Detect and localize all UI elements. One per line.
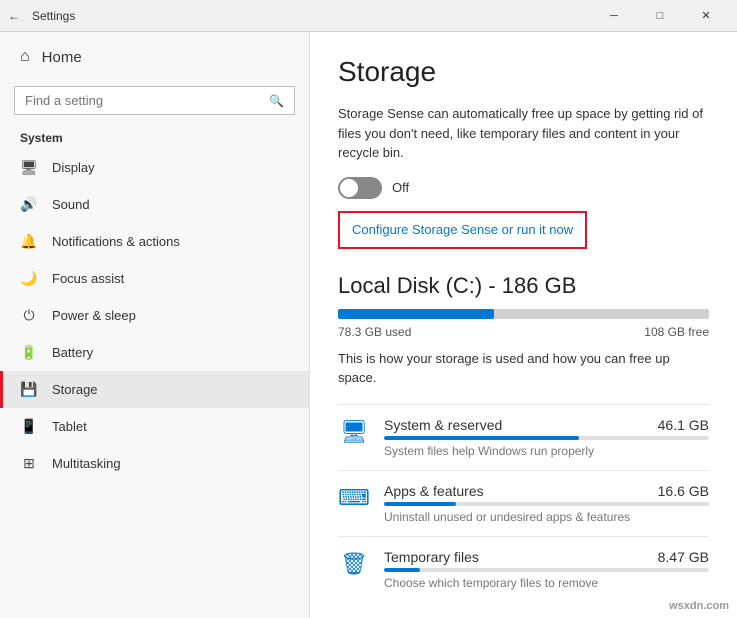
storage-item-temp-content: Temporary files 8.47 GB Choose which tem… (384, 549, 709, 590)
sidebar-item-label-notifications: Notifications & actions (52, 234, 180, 249)
battery-icon: 🔋 (20, 344, 38, 361)
storage-item-apps-header: Apps & features 16.6 GB (384, 483, 709, 499)
configure-link-wrapper: Configure Storage Sense or run it now (338, 211, 587, 249)
multitasking-icon: ⊞ (20, 455, 38, 472)
maximize-button[interactable]: □ (637, 0, 683, 32)
storage-item-temp-name: Temporary files (384, 549, 479, 565)
sidebar-item-power[interactable]: ⏻ Power & sleep (0, 297, 309, 334)
sidebar-item-notifications[interactable]: 🔔 Notifications & actions (0, 223, 309, 260)
system-icon: 🖥 (338, 419, 370, 445)
sidebar-item-focus[interactable]: 🌙 Focus assist (0, 260, 309, 297)
display-icon: 🖥 (20, 159, 38, 176)
notifications-icon: 🔔 (20, 233, 38, 250)
configure-storage-sense-link[interactable]: Configure Storage Sense or run it now (352, 222, 573, 237)
disk-usage-bar (338, 309, 709, 319)
page-title: Storage (338, 56, 709, 88)
sidebar-item-multitasking[interactable]: ⊞ Multitasking (0, 445, 309, 482)
sidebar-item-label-display: Display (52, 160, 95, 175)
storage-item-system-size: 46.1 GB (658, 417, 709, 433)
storage-item-apps-size: 16.6 GB (658, 483, 709, 499)
storage-item-system-bar-fill (384, 436, 579, 440)
disk-free-label: 108 GB free (644, 325, 709, 339)
storage-item-system-desc: System files help Windows run properly (384, 444, 709, 458)
storage-item-apps-content: Apps & features 16.6 GB Uninstall unused… (384, 483, 709, 524)
storage-item-system-content: System & reserved 46.1 GB System files h… (384, 417, 709, 458)
storage-item-temp-desc: Choose which temporary files to remove (384, 576, 709, 590)
sidebar-item-label-tablet: Tablet (52, 419, 87, 434)
storage-sense-toggle[interactable] (338, 177, 382, 199)
storage-item-system-name: System & reserved (384, 417, 502, 433)
sidebar-item-display[interactable]: 🖥 Display (0, 149, 309, 186)
sidebar-item-label-focus: Focus assist (52, 271, 124, 286)
storage-item-apps-name: Apps & features (384, 483, 484, 499)
sidebar-item-home[interactable]: ⌂ Home (0, 32, 309, 82)
sidebar-item-label-storage: Storage (52, 382, 98, 397)
toggle-label: Off (392, 180, 409, 195)
apps-icon: ⌨ (338, 485, 370, 511)
storage-item-system-bar (384, 436, 709, 440)
storage-sense-description: Storage Sense can automatically free up … (338, 104, 709, 163)
sound-icon: 🔊 (20, 196, 38, 213)
home-icon: ⌂ (20, 48, 30, 66)
storage-item-apps-bar (384, 502, 709, 506)
focus-icon: 🌙 (20, 270, 38, 287)
sidebar-item-label-sound: Sound (52, 197, 90, 212)
toggle-row: Off (338, 177, 709, 199)
disk-bar-fill (338, 309, 494, 319)
tablet-icon: 📱 (20, 418, 38, 435)
sidebar-item-battery[interactable]: 🔋 Battery (0, 334, 309, 371)
minimize-button[interactable]: ─ (591, 0, 637, 32)
disk-used-label: 78.3 GB used (338, 325, 411, 339)
close-button[interactable]: ✕ (683, 0, 729, 32)
search-icon: 🔍 (269, 94, 284, 108)
disk-title: Local Disk (C:) - 186 GB (338, 273, 709, 299)
sidebar-search-box[interactable]: 🔍 (14, 86, 295, 115)
temp-icon: 🗑 (338, 551, 370, 577)
storage-item-apps-desc: Uninstall unused or undesired apps & fea… (384, 510, 709, 524)
storage-item-temp-bar (384, 568, 709, 572)
watermark: wsxdn.com (669, 600, 729, 612)
storage-item-system[interactable]: 🖥 System & reserved 46.1 GB System files… (338, 404, 709, 470)
search-input[interactable] (25, 93, 261, 108)
storage-item-apps-bar-fill (384, 502, 456, 506)
storage-item-temp-header: Temporary files 8.47 GB (384, 549, 709, 565)
sidebar-item-tablet[interactable]: 📱 Tablet (0, 408, 309, 445)
sidebar-item-label-battery: Battery (52, 345, 93, 360)
sidebar-item-label-power: Power & sleep (52, 308, 136, 323)
titlebar-title: Settings (32, 9, 591, 23)
disk-description: This is how your storage is used and how… (338, 349, 709, 388)
storage-icon: 💾 (20, 381, 38, 398)
back-button[interactable]: ← (8, 9, 20, 23)
power-icon: ⏻ (20, 307, 38, 324)
storage-item-temp[interactable]: 🗑 Temporary files 8.47 GB Choose which t… (338, 536, 709, 602)
storage-item-temp-size: 8.47 GB (658, 549, 709, 565)
sidebar-item-label-multitasking: Multitasking (52, 456, 121, 471)
window-controls: ─ □ ✕ (591, 0, 729, 32)
home-label: Home (42, 49, 82, 66)
disk-bar-labels: 78.3 GB used 108 GB free (338, 325, 709, 339)
sidebar-item-sound[interactable]: 🔊 Sound (0, 186, 309, 223)
storage-item-apps[interactable]: ⌨ Apps & features 16.6 GB Uninstall unus… (338, 470, 709, 536)
sidebar-section-label: System (0, 123, 309, 149)
storage-item-system-header: System & reserved 46.1 GB (384, 417, 709, 433)
content-area: Storage Storage Sense can automatically … (310, 32, 737, 618)
main-container: ⌂ Home 🔍 System 🖥 Display 🔊 Sound 🔔 Noti… (0, 32, 737, 618)
titlebar: ← Settings ─ □ ✕ (0, 0, 737, 32)
toggle-knob (340, 179, 358, 197)
storage-item-temp-bar-fill (384, 568, 420, 572)
sidebar-item-storage[interactable]: 💾 Storage (0, 371, 309, 408)
sidebar: ⌂ Home 🔍 System 🖥 Display 🔊 Sound 🔔 Noti… (0, 32, 310, 618)
